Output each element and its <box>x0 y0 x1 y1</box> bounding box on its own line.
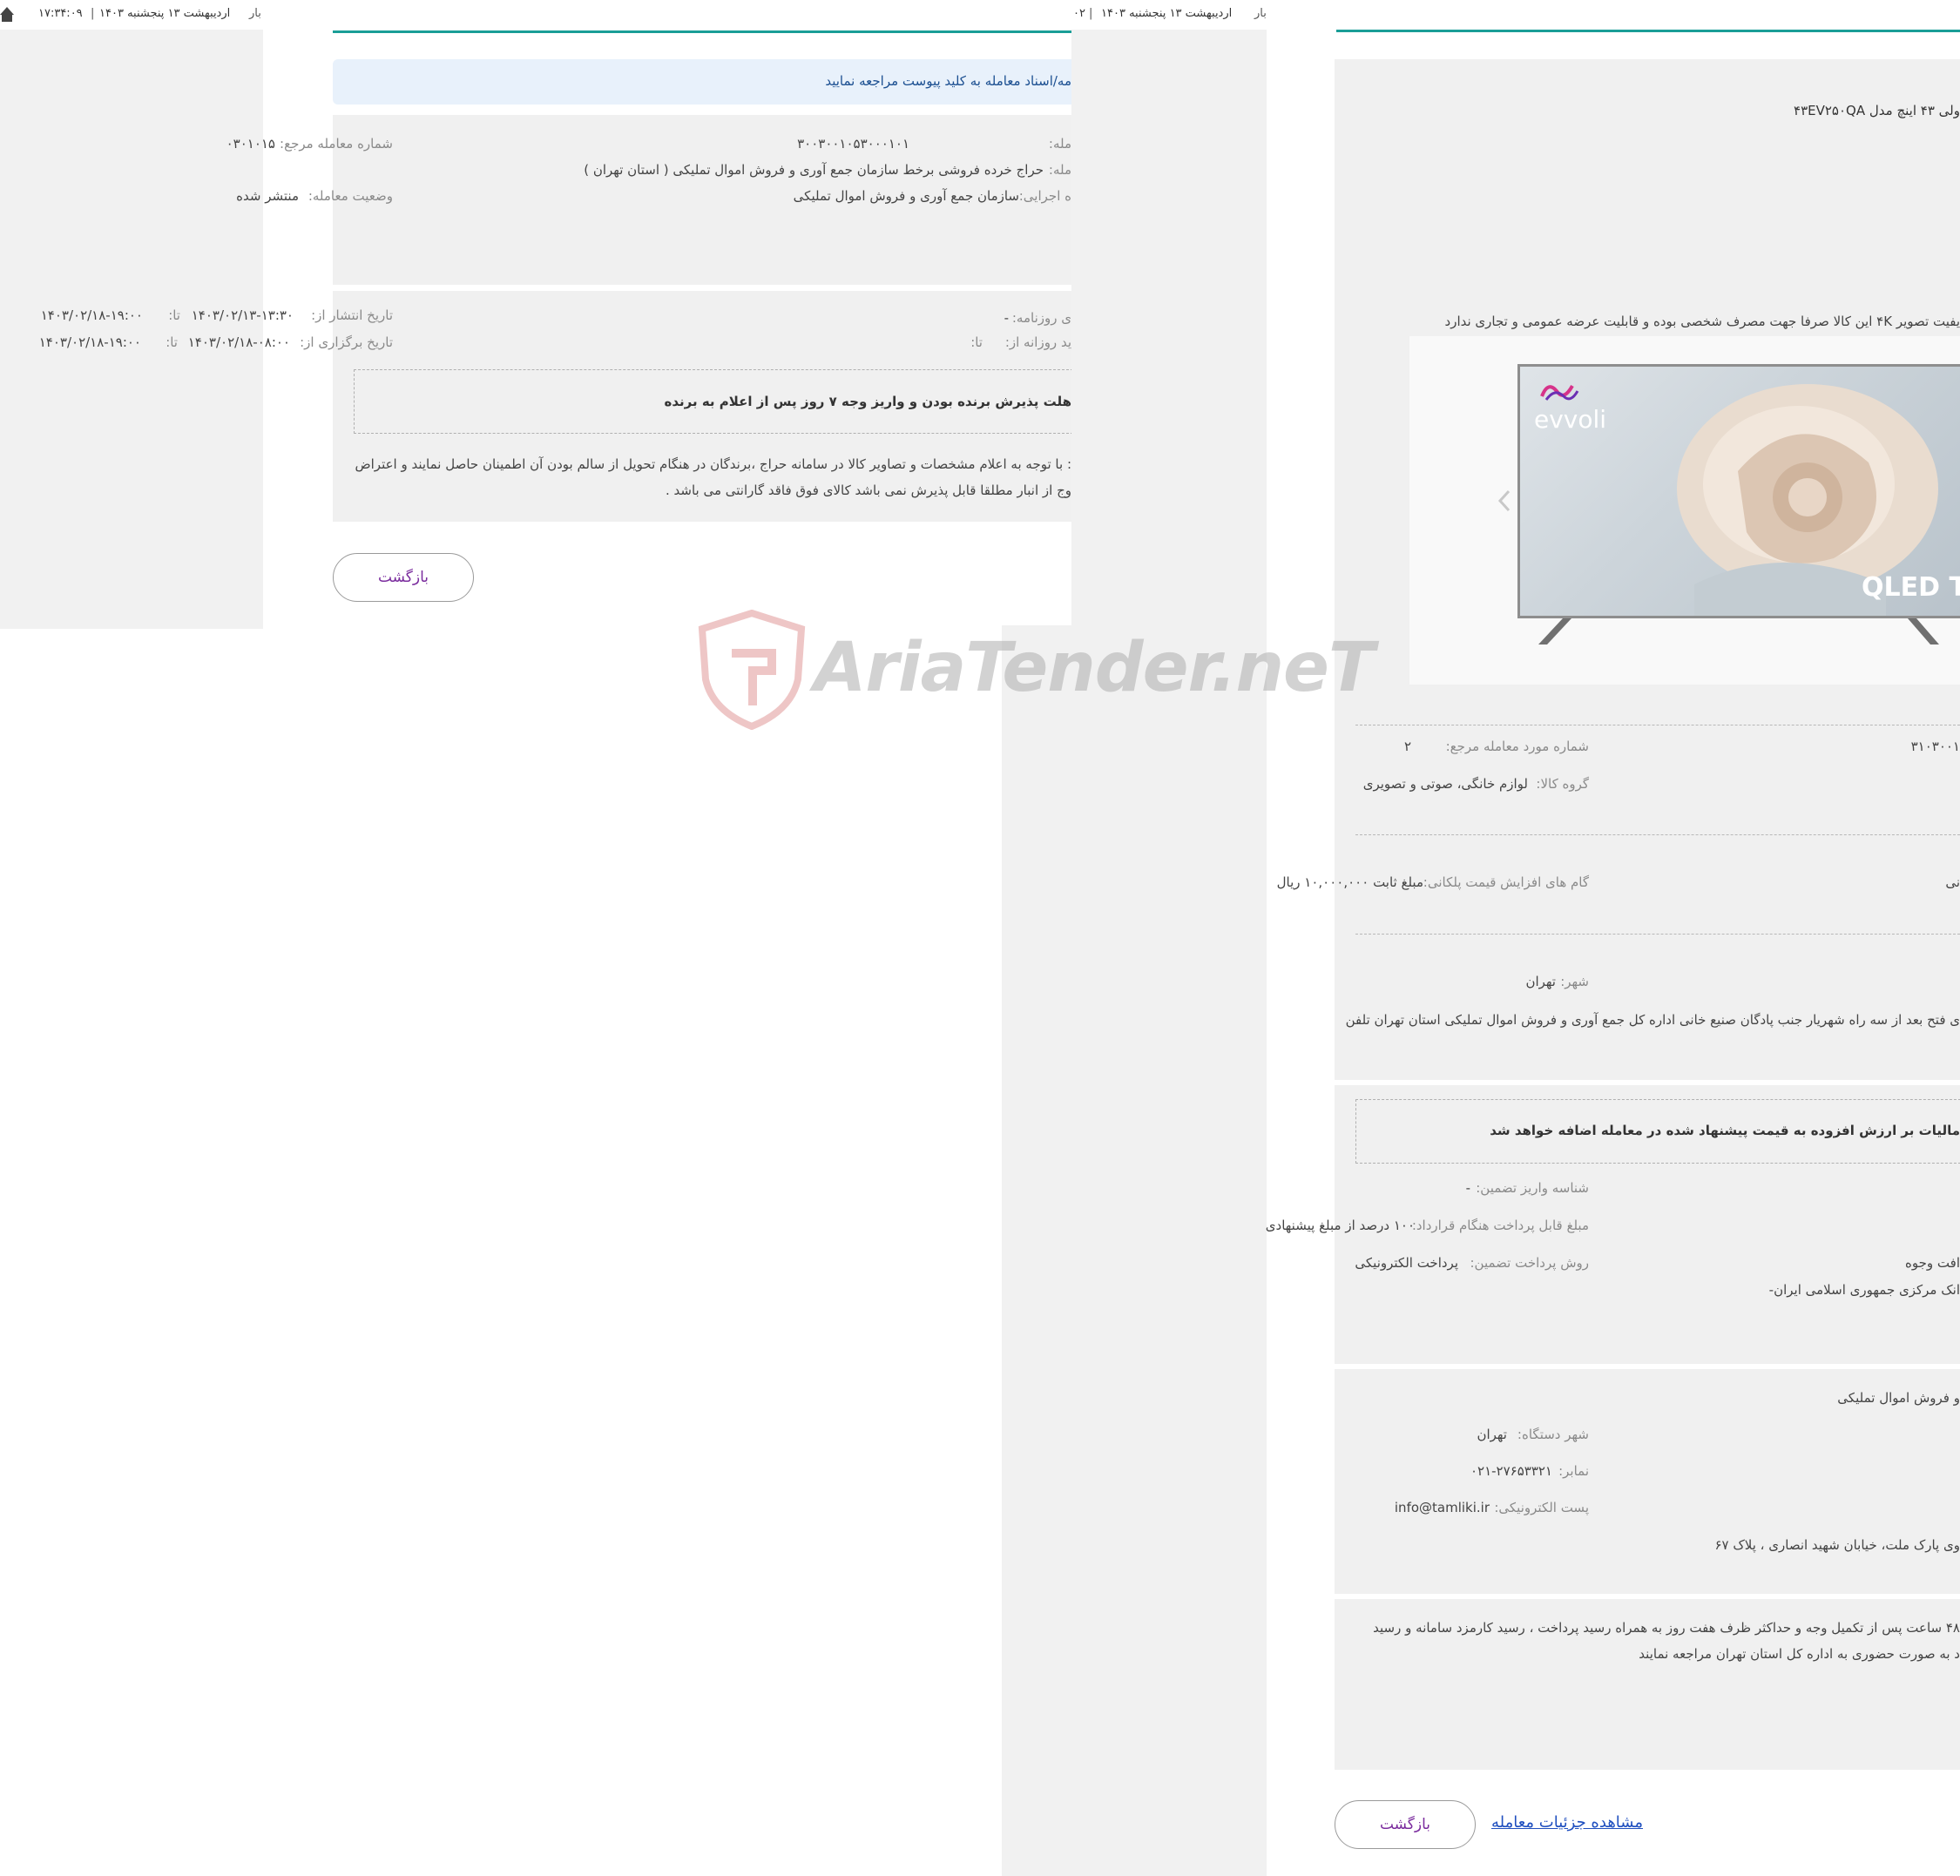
topbar-time: ۱۷:۳۴:۰۹ <box>38 7 83 20</box>
hold-to-label: تا: <box>166 334 178 350</box>
vat-text: مالیات بر ارزش افزوده به قیمت پیشنهاد شد… <box>1490 1123 1960 1138</box>
mid-topbar-right: بار <box>1254 7 1267 20</box>
carousel-prev-icon[interactable] <box>1491 488 1517 514</box>
goods-group-value: لوازم خانگی، صوتی و تصویری <box>1362 776 1528 792</box>
newspaper-value: - <box>1004 310 1009 326</box>
status-value: منتشر شده <box>236 188 299 204</box>
back-button-left[interactable]: بازگشت <box>333 553 474 602</box>
org-city-label: شهر دستگاه: <box>1517 1427 1589 1442</box>
ref-item-label: شماره مورد معامله مرجع: <box>1445 739 1589 754</box>
city-label: شهر: <box>1560 974 1589 989</box>
right-window: ولی ۴۳ اینچ مدل ۴۳EV۲۵۰QA یفیت تصویر ۴K … <box>1265 0 1960 1876</box>
brand-logo-icon <box>1538 379 1581 408</box>
publish-to: ۱۴۰۳/۰۲/۱۸-۱۹:۰۰ <box>40 307 143 323</box>
middle-strip <box>1002 625 1267 1876</box>
step-value: مبلغ ثابت ۱۰,۰۰۰,۰۰۰ ریال <box>1276 874 1423 890</box>
daily-label: ید روزانه از: <box>1004 334 1071 350</box>
fax-label: نمابر: <box>1558 1463 1589 1479</box>
guarantee-method-value: پرداخت الکترونیکی <box>1355 1255 1458 1271</box>
watermark-text: AriaTender.neT <box>814 629 1375 707</box>
home-icon[interactable] <box>0 7 14 15</box>
topbar-date: اردیبهشت ۱۳ پنجشنبه ۱۴۰۳ <box>99 7 231 20</box>
back-button-right[interactable]: بازگشت <box>1335 1800 1476 1849</box>
guarantee-method-label: روش پرداخت تضمین: <box>1470 1255 1590 1271</box>
left-window: مه/اسناد معامله به کلید پیوست مراجعه نما… <box>39 0 1078 629</box>
publish-label: تاریخ انتشار از: <box>311 307 393 323</box>
hold-label: تاریخ برگزاری از: <box>300 334 393 350</box>
divider-3 <box>1355 934 1960 935</box>
product-note: یفیت تصویر ۴K این کالا صرفا جهت مصرف شخص… <box>1444 314 1960 329</box>
ref-cut-value: ۳۱۰۳۰۰۱ <box>1910 739 1960 754</box>
deal-number-value: ۳۰۰۳۰۰۱۰۵۳۰۰۰۱۰۱ <box>797 136 909 152</box>
desc-line-2: وج از انبار مطلقا قابل پذیرش نمی باشد کا… <box>665 482 1071 498</box>
notice-banner: مه/اسناد معامله به کلید پیوست مراجعه نما… <box>333 59 1071 105</box>
step-label: گام های افزایش قیمت پلکانی: <box>1423 874 1589 890</box>
org-name-cut: و فروش اموال تملیکی <box>1837 1390 1960 1406</box>
topbar-sep: | <box>91 7 95 20</box>
divider-2 <box>1355 834 1960 835</box>
daily-to-label: تا: <box>970 334 983 350</box>
hold-to: ۱۴۰۳/۰۲/۱۸-۱۹:۰۰ <box>38 334 141 350</box>
status-label: وضعیت معامله: <box>308 188 393 204</box>
home-icon-base <box>2 15 12 22</box>
mid-topbar-sep: | <box>1089 7 1093 20</box>
watermark-shield-icon <box>698 610 806 730</box>
step-cut: نی <box>1945 874 1960 890</box>
email-label: پست الکترونیکی: <box>1494 1500 1589 1515</box>
topbar-cut: بار <box>249 7 261 20</box>
far-left-topbar: ۱۷:۳۴:۰۹ | اردیبهشت ۱۳ پنجشنبه ۱۴۰۳ بار <box>0 0 263 30</box>
guarantee-id-value: - <box>1465 1180 1470 1196</box>
goods-group-label: گروه کالا: <box>1536 776 1589 792</box>
ref-number-label: شماره معامله مرجع: <box>280 136 393 152</box>
mid-topbar-date: اردیبهشت ۱۳ پنجشنبه ۱۴۰۳ <box>1101 7 1233 20</box>
receive-cut: افت وجوه <box>1905 1255 1960 1271</box>
address-line: ی فتح بعد از سه راه شهریار جنب پادگان صن… <box>1345 1012 1960 1028</box>
guarantee-id-label: شناسه واریز تضمین: <box>1476 1180 1589 1196</box>
title-label: مله: <box>1048 162 1071 178</box>
contract-pay-value: ۱۰۰ درصد از مبلغ پیشنهادی <box>1265 1218 1415 1233</box>
fax-value: ۰۲۱-۲۷۶۵۳۳۲۱ <box>1470 1463 1552 1479</box>
desc-line-1: : با توجه به اعلام مشخصات و تصاویر کالا … <box>355 456 1071 472</box>
brand-text: evvoli <box>1534 405 1607 434</box>
header-line <box>333 30 1071 33</box>
qled-badge: QLED TV <box>1862 572 1960 603</box>
watermark: AriaTender.neT <box>697 610 1375 732</box>
deal-number-label: مله: <box>1048 136 1071 152</box>
executor-label: ه اجرایی: <box>1018 188 1071 204</box>
publish-from: ۱۴۰۳/۰۲/۱۳-۱۳:۳۰ <box>191 307 294 323</box>
city-value: تهران <box>1525 974 1556 989</box>
executor-value: سازمان جمع آوری و فروش اموال تملیکی <box>793 188 1019 204</box>
tv-stand-right <box>1908 618 1943 648</box>
ref-number-value: ۰۳۰۱۰۱۵ <box>226 136 275 152</box>
ref-item-value: ۲ <box>1403 739 1411 754</box>
org-city-value: تهران <box>1477 1427 1507 1442</box>
newspaper-label: ی روزنامه: <box>1011 310 1071 326</box>
product-image: evvoli QLED TV <box>1517 364 1960 618</box>
final-line-1: ۴۸ ساعت پس از تکمیل وجه و حداکثر ظرف هفت… <box>1373 1620 1960 1636</box>
org-address: وی پارک ملت، خیابان شهید انصاری ، پلاک ۶… <box>1714 1537 1960 1553</box>
view-details-link[interactable]: مشاهده جزئیات معامله <box>1491 1813 1643 1832</box>
product-title: ولی ۴۳ اینچ مدل ۴۳EV۲۵۰QA <box>1794 103 1960 118</box>
title-value: حراج خرده فروشی برخط سازمان جمع آوری و ف… <box>584 162 1044 178</box>
tv-stand-left <box>1537 618 1571 648</box>
notice-text: مه/اسناد معامله به کلید پیوست مراجعه نما… <box>825 73 1071 89</box>
middle-strip-top <box>1071 26 1267 627</box>
final-line-2: د به صورت حضوری به اداره کل استان تهران … <box>1639 1646 1960 1662</box>
email-value[interactable]: info@tamliki.ir <box>1395 1500 1490 1515</box>
contract-pay-label: مبلغ قابل پرداخت هنگام قرارداد: <box>1411 1218 1589 1233</box>
bank-cut: انک مرکزی جمهوری اسلامی ایران- <box>1768 1282 1960 1298</box>
mid-topbar: ۰۲ | اردیبهشت ۱۳ پنجشنبه ۱۴۰۳ بار <box>1071 0 1267 30</box>
right-header-line <box>1336 30 1960 32</box>
hold-from: ۱۴۰۳/۰۲/۱۸-۰۸:۰۰ <box>187 334 290 350</box>
mid-topbar-left: ۰۲ <box>1073 7 1085 20</box>
publish-to-label: تا: <box>168 307 180 323</box>
deadline-text: هلت پذیرش برنده بودن و واریز وجه ۷ روز پ… <box>664 394 1072 409</box>
